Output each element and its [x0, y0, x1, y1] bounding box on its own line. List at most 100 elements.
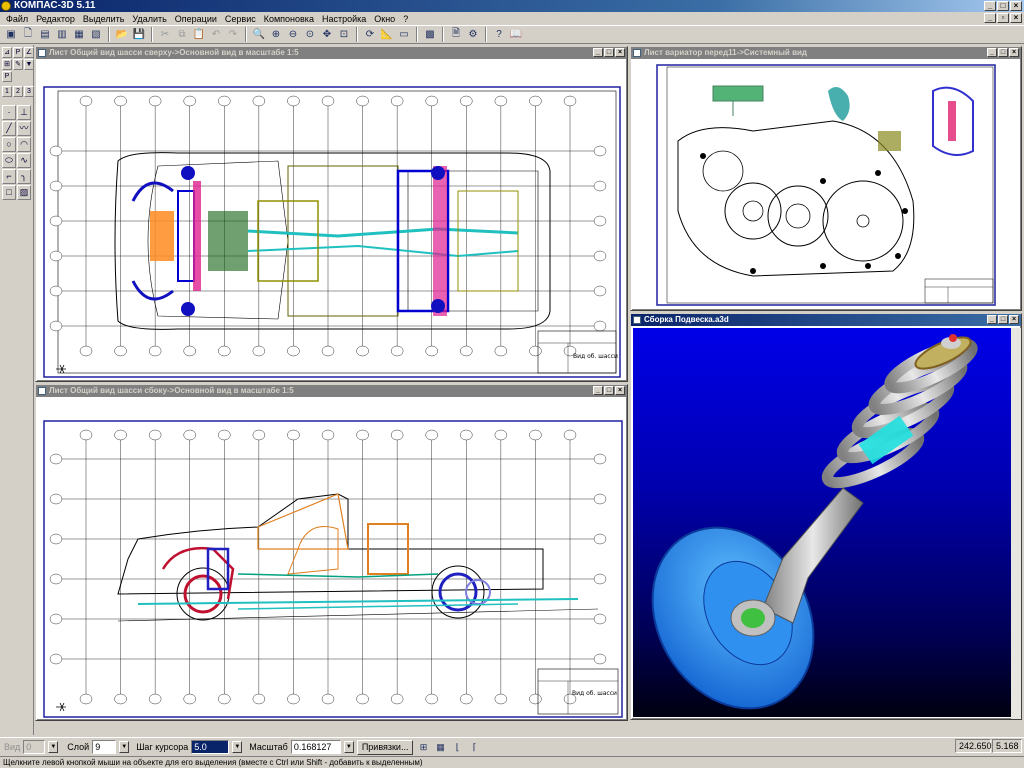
chevron-down-icon[interactable]: ▼	[343, 741, 354, 753]
tab-1[interactable]: 1	[2, 86, 12, 97]
paste-icon[interactable]: 📋	[191, 27, 207, 43]
tab-2[interactable]: 2	[13, 86, 23, 97]
aux-line-icon[interactable]: ⊥	[17, 105, 31, 120]
arc-icon[interactable]: ◠	[17, 137, 31, 152]
assembly-window-suspension[interactable]: Сборка Подвеска.a3d _ □ ×	[630, 313, 1022, 720]
help-icon[interactable]: ?	[491, 27, 507, 43]
palette-edit-icon[interactable]: ⊞	[2, 59, 12, 70]
refresh-icon[interactable]: ⟳	[362, 27, 378, 43]
chevron-down-icon[interactable]: ▼	[232, 741, 243, 753]
drawing-canvas[interactable]	[633, 61, 1019, 308]
zoom-prev-icon[interactable]: ⊙	[302, 27, 318, 43]
menu-item[interactable]: Выделить	[79, 14, 129, 24]
rectangle-icon[interactable]: □	[2, 185, 16, 200]
chevron-down-icon[interactable]: ▼	[48, 741, 59, 753]
menu-item[interactable]: ?	[399, 14, 412, 24]
drawing-canvas[interactable]: Вид об. шасси	[38, 399, 625, 718]
mdi-close-icon[interactable]: ×	[1010, 13, 1022, 23]
menu-item[interactable]: Операции	[171, 14, 221, 24]
chamfer-icon[interactable]: ⌐	[2, 169, 16, 184]
close-icon[interactable]: ×	[615, 48, 625, 57]
maximize-icon[interactable]: □	[998, 48, 1008, 57]
chevron-down-icon[interactable]: ▼	[119, 741, 130, 753]
menu-item[interactable]: Файл	[2, 14, 32, 24]
new-spec-icon[interactable]: ▦	[71, 27, 87, 43]
undo-icon[interactable]: ↶	[208, 27, 224, 43]
drawing-canvas[interactable]: Вид об. шасси	[38, 61, 625, 379]
minimize-icon[interactable]: _	[593, 386, 603, 395]
maximize-icon[interactable]: □	[604, 386, 614, 395]
close-icon[interactable]: ×	[1009, 48, 1019, 57]
spline-icon[interactable]: ∿	[17, 153, 31, 168]
new-sheet-icon[interactable]: ▥	[54, 27, 70, 43]
grid-icon[interactable]: ▦	[433, 740, 447, 754]
new-text-icon[interactable]: ▧	[88, 27, 104, 43]
drawing-window-top-view[interactable]: Лист Общий вид шасси сверху->Основной ви…	[35, 46, 628, 382]
copy-icon[interactable]: ⧉	[174, 27, 190, 43]
menu-item[interactable]: Окно	[370, 14, 399, 24]
minimize-icon[interactable]: _	[987, 315, 997, 324]
tab-3[interactable]: 3	[24, 86, 34, 97]
properties-icon[interactable]: 🗎	[448, 27, 464, 43]
open-icon[interactable]: 📂	[114, 27, 130, 43]
circle-icon[interactable]: ○	[2, 137, 16, 152]
menu-item[interactable]: Компоновка	[260, 14, 318, 24]
drawing-window-variator[interactable]: Лист вариатор перед11->Системный вид _ □…	[630, 46, 1022, 311]
close-icon[interactable]: ×	[1010, 1, 1022, 11]
zoom-window-icon[interactable]: 🔍	[251, 27, 267, 43]
mdi-restore-icon[interactable]: ▫	[997, 13, 1009, 23]
redo-icon[interactable]: ↷	[225, 27, 241, 43]
app-titlebar[interactable]: КОМПАС-3D 5.11 _ □ ×	[0, 0, 1024, 12]
measure-icon[interactable]: 📐	[379, 27, 395, 43]
ortho-icon[interactable]: ⊞	[416, 740, 430, 754]
library-icon[interactable]: ⚙	[465, 27, 481, 43]
save-icon[interactable]: 💾	[131, 27, 147, 43]
zoom-out-icon[interactable]: ⊖	[285, 27, 301, 43]
hatch-icon[interactable]: ▨	[17, 185, 31, 200]
palette-dimension-icon[interactable]: P	[13, 47, 23, 58]
close-icon[interactable]: ×	[615, 386, 625, 395]
segment-icon[interactable]: ╱	[2, 121, 16, 136]
maximize-icon[interactable]: □	[604, 48, 614, 57]
round-icon[interactable]: ⌈	[467, 740, 481, 754]
minimize-icon[interactable]: _	[987, 48, 997, 57]
manual-icon[interactable]: 📖	[508, 27, 524, 43]
cut-icon[interactable]: ✂	[157, 27, 173, 43]
maximize-icon[interactable]: □	[998, 315, 1008, 324]
palette-param-icon[interactable]: ✎	[13, 59, 23, 70]
local-cs-icon[interactable]: ⌊	[450, 740, 464, 754]
scale-field[interactable]: 0.168127	[290, 740, 341, 754]
fit-icon[interactable]: ⊡	[336, 27, 352, 43]
fillet-icon[interactable]: ╮	[17, 169, 31, 184]
palette-mark-icon[interactable]: ∠	[24, 47, 34, 58]
3d-viewport[interactable]	[633, 328, 1019, 717]
view-icon[interactable]: ▣	[3, 27, 19, 43]
menu-item[interactable]: Редактор	[32, 14, 79, 24]
snap-button[interactable]: Привязки...	[356, 739, 414, 755]
drawing-window-side-view[interactable]: Лист Общий вид шасси сбоку->Основной вид…	[35, 384, 628, 721]
menu-item[interactable]: Сервис	[221, 14, 260, 24]
new-icon[interactable]: 🗋	[20, 27, 36, 43]
polyline-icon[interactable]: 〰	[17, 121, 31, 136]
close-icon[interactable]: ×	[1009, 315, 1019, 324]
ellipse-icon[interactable]: ⬭	[2, 153, 16, 168]
palette-measure-icon[interactable]: ▼	[24, 59, 34, 70]
palette-geometry-icon[interactable]: ⊿	[2, 47, 12, 58]
zoom-in-icon[interactable]: ⊕	[268, 27, 284, 43]
chassis-side-drawing: Вид об. шасси	[43, 420, 623, 718]
mdi-minimize-icon[interactable]: _	[984, 13, 996, 23]
view-field[interactable]: 0	[23, 740, 46, 754]
pan-icon[interactable]: ✥	[319, 27, 335, 43]
step-field[interactable]: 5.0	[191, 740, 230, 754]
menu-item[interactable]: Удалить	[128, 14, 170, 24]
new-fragment-icon[interactable]: ▤	[37, 27, 53, 43]
palette-select-icon[interactable]: P	[2, 71, 12, 82]
minimize-icon[interactable]: _	[593, 48, 603, 57]
point-icon[interactable]: ·	[2, 105, 16, 120]
menu-item[interactable]: Настройка	[318, 14, 370, 24]
minimize-icon[interactable]: _	[984, 1, 996, 11]
layer-field[interactable]: 9	[92, 740, 117, 754]
calculator-icon[interactable]: ▩	[422, 27, 438, 43]
layers-icon[interactable]: ▭	[396, 27, 412, 43]
maximize-icon[interactable]: □	[997, 1, 1009, 11]
